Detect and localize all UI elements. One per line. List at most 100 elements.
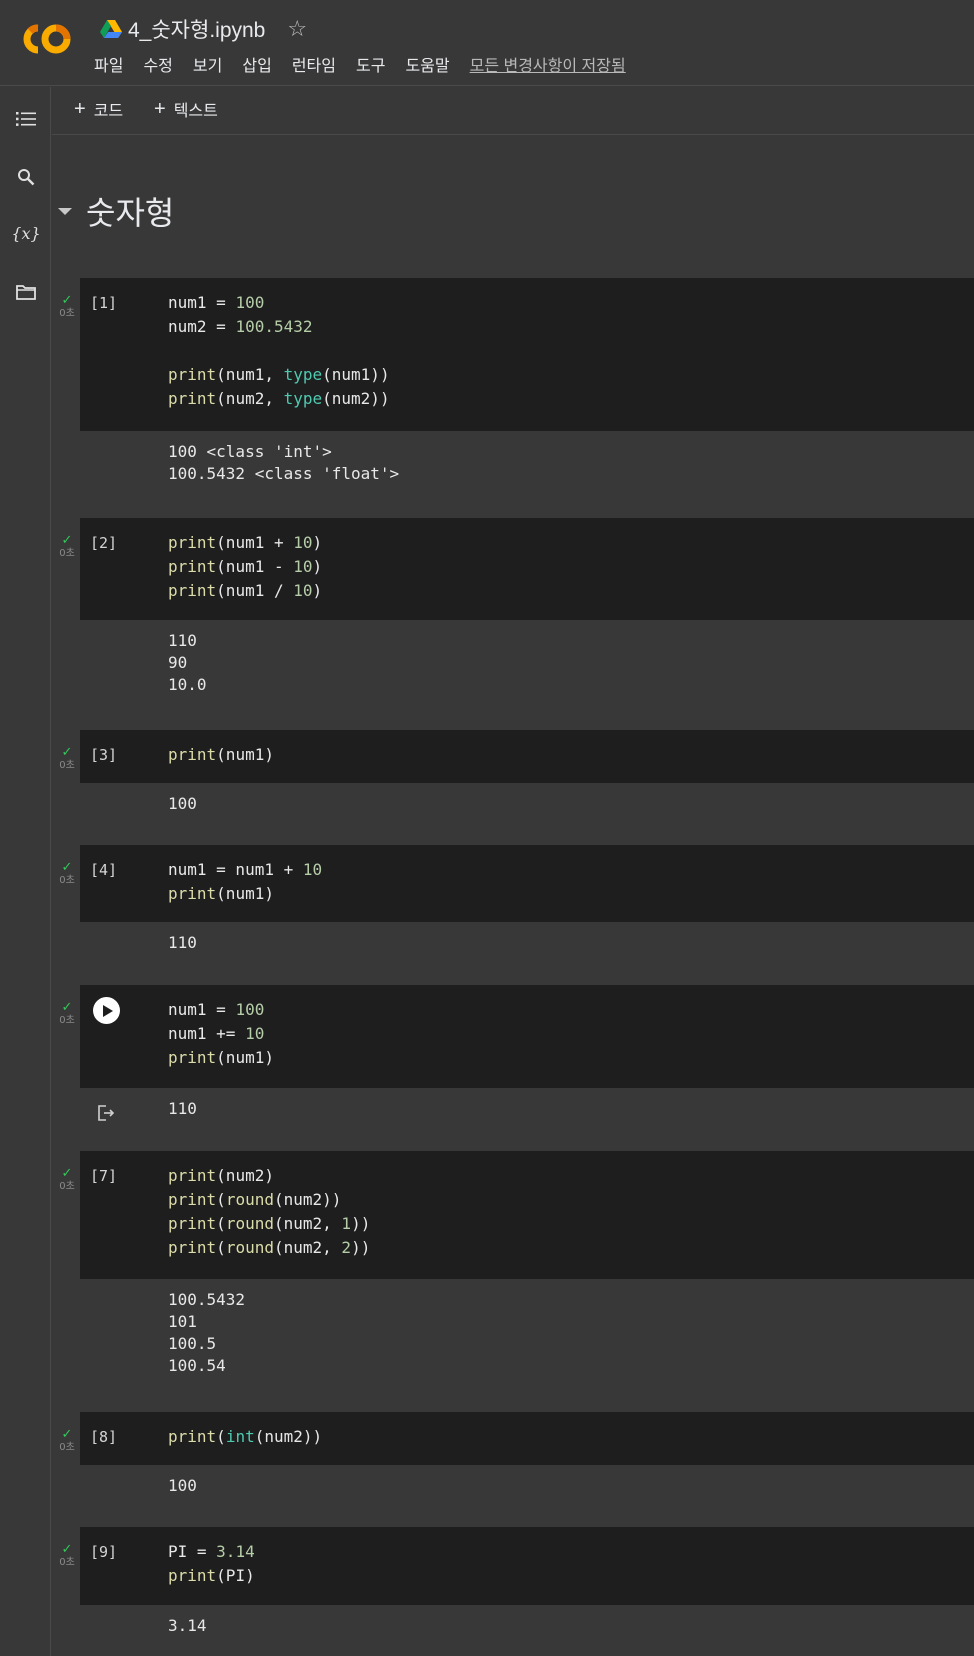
code-line: print(PI) xyxy=(168,1564,255,1588)
menu-tools[interactable]: 도구 xyxy=(356,52,385,76)
code-cell[interactable]: ✓ 0초 [4] num1 = num1 + 10 print(num1) 110 xyxy=(52,845,974,985)
code-token: print xyxy=(168,1190,217,1209)
success-check-icon: ✓ xyxy=(61,1166,73,1181)
code-token: num1 = num1 + xyxy=(168,860,303,879)
code-cell[interactable]: ✓ 0초 [9] PI = 3.14 print(PI) 3.14 xyxy=(52,1527,974,1656)
execution-time: 0초 xyxy=(59,308,75,319)
star-icon[interactable]: ☆ xyxy=(287,17,307,42)
code-line: print(num1 / 10) xyxy=(168,579,322,603)
cell-status: ✓ 0초 xyxy=(56,294,78,320)
code-text[interactable]: num1 = num1 + 10 print(num1) xyxy=(168,858,322,906)
save-status-link[interactable]: 모든 변경사항이 저장됨 xyxy=(470,52,626,76)
search-icon[interactable] xyxy=(12,163,40,191)
table-of-contents-icon[interactable] xyxy=(12,105,40,133)
execution-count: [9] xyxy=(90,1543,118,1561)
cell-output: 110 xyxy=(80,1088,974,1151)
code-line: print(num1) xyxy=(168,743,274,767)
code-token: int xyxy=(225,1427,255,1446)
menu-edit[interactable]: 수정 xyxy=(143,52,172,76)
output-text: 3.14 xyxy=(168,1615,207,1637)
code-text[interactable]: num1 = 100 num2 = 100.5432 print(num1, typ… xyxy=(168,291,390,411)
code-token: (num2, xyxy=(216,389,284,408)
add-code-label: 코드 xyxy=(93,103,124,120)
code-cell[interactable]: ✓ 0초 [1] num1 = 100 num2 = 100.5432 print(num… xyxy=(52,278,974,516)
output-line: 100.5 xyxy=(168,1334,217,1353)
code-text[interactable]: print(num1 + 10) print(num1 - 10) print(nu… xyxy=(168,531,322,603)
code-line: print(num1 + 10) xyxy=(168,531,322,555)
code-editor[interactable]: num1 = 100 num1 += 10 print(num1) xyxy=(80,985,974,1088)
execution-time: 0초 xyxy=(59,548,75,559)
output-actions-icon[interactable] xyxy=(96,1103,116,1123)
code-token: type xyxy=(283,389,323,408)
code-text[interactable]: print(num2) print(round(num2)) print(round… xyxy=(168,1164,370,1260)
add-text-label: 텍스트 xyxy=(173,103,218,120)
add-code-button[interactable]: + 코드 xyxy=(74,97,123,121)
menu-help[interactable]: 도움말 xyxy=(405,52,449,76)
cell-output: 100 xyxy=(80,783,974,846)
folder-icon[interactable] xyxy=(12,278,40,306)
execution-time: 0초 xyxy=(59,1015,75,1026)
code-token: ) xyxy=(312,581,323,600)
menu-file[interactable]: 파일 xyxy=(94,52,123,76)
notebook-title[interactable]: 4_숫자형.ipynb xyxy=(128,14,265,44)
execution-time: 0초 xyxy=(59,1181,75,1192)
code-editor[interactable]: [3] print(num1) xyxy=(80,730,974,783)
add-text-button[interactable]: + 텍스트 xyxy=(154,97,218,121)
code-text[interactable]: num1 = 100 num1 += 10 print(num1) xyxy=(168,998,274,1070)
code-editor[interactable]: [9] PI = 3.14 print(PI) xyxy=(80,1527,974,1605)
output-text: 110 xyxy=(168,1098,197,1120)
code-editor[interactable]: [1] num1 = 100 num2 = 100.5432 print(num1, … xyxy=(80,278,974,431)
code-text[interactable]: PI = 3.14 print(PI) xyxy=(168,1540,255,1588)
success-check-icon: ✓ xyxy=(61,533,73,548)
output-line: 101 xyxy=(168,1312,197,1331)
code-editor[interactable]: [2] print(num1 + 10) print(num1 - 10) print… xyxy=(80,518,974,620)
code-text[interactable]: print(int(num2)) xyxy=(168,1425,322,1449)
code-cell[interactable]: ✓ 0초 num1 = 100 num1 += 10 print(num1) 110 xyxy=(52,985,974,1151)
code-token: 10 xyxy=(293,581,313,600)
code-token: print xyxy=(168,1427,217,1446)
code-editor[interactable]: [7] print(num2) print(round(num2)) print(ro… xyxy=(80,1151,974,1279)
title-row: 4_숫자형.ipynb ☆ xyxy=(100,14,307,44)
code-token: (PI) xyxy=(216,1566,255,1585)
google-drive-icon[interactable] xyxy=(100,19,122,39)
code-token: round xyxy=(225,1190,274,1209)
menu-runtime[interactable]: 런타임 xyxy=(292,52,336,76)
code-cell[interactable]: ✓ 0초 [2] print(num1 + 10) print(num1 - 10) pr… xyxy=(52,518,974,728)
collapse-caret-icon[interactable] xyxy=(58,207,72,215)
code-token: (num2)) xyxy=(254,1427,323,1446)
output-text: 110 xyxy=(168,932,197,954)
output-text: 100 xyxy=(168,793,197,815)
output-text: 110 90 10.0 xyxy=(168,630,207,696)
code-token: ) xyxy=(312,533,323,552)
menu-insert[interactable]: 삽입 xyxy=(242,52,271,76)
code-token: print xyxy=(168,1238,217,1257)
code-token: (num1)) xyxy=(322,365,390,384)
code-editor[interactable]: [8] print(int(num2)) xyxy=(80,1412,974,1465)
output-text: 100.5432 101 100.5 100.54 xyxy=(168,1289,245,1377)
output-text: 100 <class 'int'> 100.5432 <class 'float'… xyxy=(168,441,399,485)
code-cell[interactable]: ✓ 0초 [8] print(int(num2)) 100 xyxy=(52,1412,974,1528)
code-token: print xyxy=(168,581,217,600)
plus-icon: + xyxy=(154,97,166,120)
code-line: print(num1 - 10) xyxy=(168,555,322,579)
code-token: (num2, xyxy=(273,1238,342,1257)
execution-count: [3] xyxy=(90,746,118,764)
cell-status: ✓ 0초 xyxy=(56,1001,78,1027)
code-cell[interactable]: ✓ 0초 [7] print(num2) print(round(num2)) print… xyxy=(52,1151,974,1409)
code-token: 100 xyxy=(235,1000,265,1019)
code-editor[interactable]: [4] num1 = num1 + 10 print(num1) xyxy=(80,845,974,922)
success-check-icon: ✓ xyxy=(61,745,73,760)
code-token: 10 xyxy=(293,533,313,552)
code-token: (num1 + xyxy=(216,533,294,552)
code-token: num2 = xyxy=(168,317,236,336)
menu-view[interactable]: 보기 xyxy=(193,52,222,76)
code-text[interactable]: print(num1) xyxy=(168,743,274,767)
colab-logo[interactable] xyxy=(18,20,74,58)
section-heading[interactable]: 숫자형 xyxy=(58,188,174,234)
run-cell-button[interactable] xyxy=(93,997,120,1024)
variables-icon[interactable]: {x} xyxy=(11,219,40,247)
code-cell[interactable]: ✓ 0초 [3] print(num1) 100 xyxy=(52,730,974,846)
cell-output: 110 90 10.0 xyxy=(80,620,974,728)
code-token: print xyxy=(168,557,217,576)
